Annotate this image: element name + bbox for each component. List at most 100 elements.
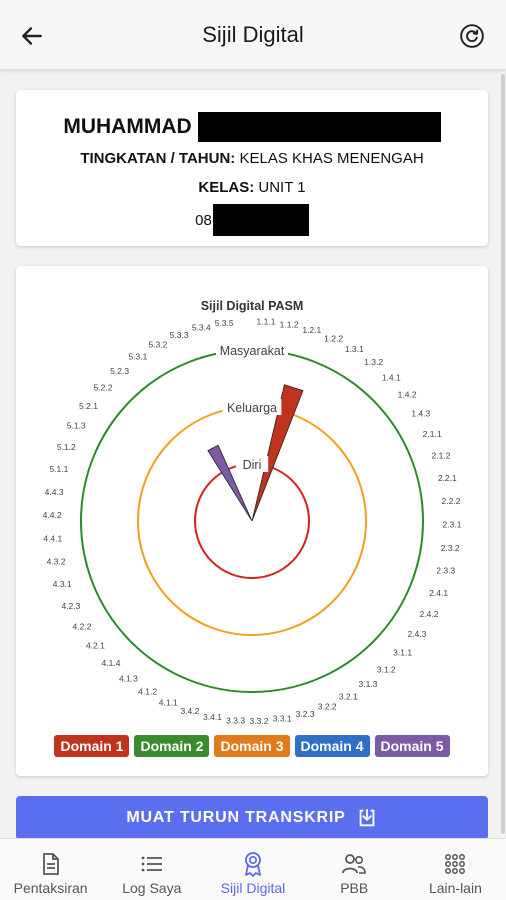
nav-item-pbb[interactable]: PBB xyxy=(304,839,405,900)
category-label: 5.2.2 xyxy=(94,383,113,393)
ring-label-keluarga: Keluarga xyxy=(227,401,277,415)
kelas-value: UNIT 1 xyxy=(258,179,306,196)
tingkatan-label: TINGKATAN / TAHUN: xyxy=(80,150,236,167)
category-label: 5.1.3 xyxy=(67,421,86,431)
category-label: 2.3.2 xyxy=(441,543,460,553)
category-label: 4.1.4 xyxy=(102,658,121,668)
category-label: 4.1.1 xyxy=(159,698,178,708)
ring-label-diri: Diri xyxy=(243,458,262,472)
category-label: 4.4.2 xyxy=(43,510,62,520)
category-label: 1.2.1 xyxy=(302,325,321,335)
category-label: 2.3.3 xyxy=(436,566,455,576)
category-label: 3.1.1 xyxy=(393,648,412,658)
chart-legend: Domain 1 Domain 2 Domain 3 Domain 4 Domain 5 xyxy=(16,735,488,757)
category-label: 3.1.2 xyxy=(377,664,396,674)
download-icon xyxy=(359,808,374,827)
ring-label-masyarakat: Masyarakat xyxy=(220,344,285,358)
refresh-button[interactable] xyxy=(456,20,488,52)
list-icon xyxy=(141,856,162,872)
category-label: 4.1.3 xyxy=(119,673,138,683)
student-name-text: MUHAMMAD xyxy=(63,115,192,138)
legend-item-domain-4[interactable]: Domain 4 xyxy=(294,735,370,757)
category-label: 1.1.2 xyxy=(280,320,299,330)
category-label: 5.2.3 xyxy=(110,366,129,376)
nav-item-pentaksiran[interactable]: Pentaksiran xyxy=(0,839,101,900)
kelas-line: KELAS: UNIT 1 xyxy=(16,179,488,196)
category-label: 4.3.2 xyxy=(47,557,66,567)
nav-item-sijil-digital[interactable]: Sijil Digital xyxy=(202,839,303,900)
category-label: 2.4.3 xyxy=(407,629,426,639)
document-icon xyxy=(42,853,59,875)
category-label: 5.1.2 xyxy=(57,442,76,452)
category-label: 3.3.2 xyxy=(250,716,269,726)
download-transcript-button[interactable]: MUAT TURUN TRANSKRIP xyxy=(16,796,488,840)
category-label: 3.2.1 xyxy=(339,691,358,701)
category-label: 5.2.1 xyxy=(79,401,98,411)
category-label: 5.3.5 xyxy=(215,318,234,328)
student-info-card: MUHAMMAD TINGKATAN / TAHUN: KELAS KHAS M… xyxy=(16,90,488,246)
radial-chart: Sijil Digital PASM1.1.1 1.1.21.2.11.2.21.… xyxy=(43,299,462,726)
category-label: 3.2.3 xyxy=(296,709,315,719)
category-label: 2.2.1 xyxy=(438,473,457,483)
category-label: 3.4.2 xyxy=(180,706,199,716)
category-label: 2.3.1 xyxy=(443,520,462,530)
category-label: 2.4.2 xyxy=(420,609,439,619)
category-label: 4.2.2 xyxy=(73,621,92,631)
bottom-navigation: Pentaksiran Log Saya Sijil Digital PBB L… xyxy=(0,838,506,900)
legend-item-domain-3[interactable]: Domain 3 xyxy=(214,735,290,757)
category-label: 1.4.3 xyxy=(411,409,430,419)
category-label: 5.1.1 xyxy=(49,464,68,474)
category-label: 4.3.1 xyxy=(53,579,72,589)
category-label: 1.3.1 xyxy=(345,344,364,354)
category-label: 4.1.2 xyxy=(138,687,157,697)
legend-item-domain-5[interactable]: Domain 5 xyxy=(374,735,450,757)
award-badge-icon xyxy=(245,852,261,877)
category-label: 2.4.1 xyxy=(429,588,448,598)
category-label: 2.1.1 xyxy=(423,429,442,439)
refresh-icon xyxy=(460,24,484,48)
category-label: 1.3.2 xyxy=(364,357,383,367)
student-id-prefix: 08 xyxy=(195,211,212,229)
kelas-label: KELAS: xyxy=(198,179,255,196)
category-label: 3.1.3 xyxy=(359,679,378,689)
category-label: 1.4.2 xyxy=(398,390,417,400)
nav-label: Sijil Digital xyxy=(220,880,286,896)
people-icon xyxy=(342,854,367,874)
name-redaction xyxy=(197,112,441,142)
student-id-line: 08 xyxy=(16,204,488,236)
category-label: 3.3.1 xyxy=(273,714,292,724)
app-bar: Sijil Digital xyxy=(0,0,506,70)
category-label: 4.4.1 xyxy=(43,533,62,543)
category-label: 4.2.3 xyxy=(61,601,80,611)
nav-label: Lain-lain xyxy=(428,880,482,896)
nav-item-log-saya[interactable]: Log Saya xyxy=(101,839,202,900)
category-label: 5.3.2 xyxy=(148,340,167,350)
grid-icon xyxy=(445,854,466,874)
student-name: MUHAMMAD xyxy=(16,112,488,142)
nav-label: Log Saya xyxy=(122,880,182,896)
scrollbar[interactable] xyxy=(501,74,505,834)
category-label: 5.3.3 xyxy=(170,330,189,340)
legend-item-domain-1[interactable]: Domain 1 xyxy=(54,735,130,757)
category-label: 1.4.1 xyxy=(382,373,401,383)
nav-label: Pentaksiran xyxy=(13,880,88,896)
nav-label: PBB xyxy=(340,880,369,896)
category-label: 4.2.1 xyxy=(86,640,105,650)
category-label: 5.3.4 xyxy=(192,323,211,333)
certificate-chart-card: Sijil Digital PASM 1.1.1 1.1.2 1.2.1 1.2.2 1.… xyxy=(16,266,488,776)
category-label: 4.4.3 xyxy=(45,487,64,497)
category-label: 3.3.3 xyxy=(226,715,245,725)
tingkatan-line: TINGKATAN / TAHUN: KELAS KHAS MENENGAH xyxy=(16,150,488,167)
category-label: 1.2.2 xyxy=(324,333,343,343)
nav-item-lain-lain[interactable]: Lain-lain xyxy=(405,839,506,900)
id-redaction xyxy=(212,204,309,236)
category-label: 5.3.1 xyxy=(128,352,147,362)
tingkatan-value: KELAS KHAS MENENGAH xyxy=(239,150,424,167)
category-label: 2.2.2 xyxy=(442,496,461,506)
category-label: 1.1.1 xyxy=(257,317,276,327)
legend-item-domain-2[interactable]: Domain 2 xyxy=(134,735,210,757)
category-label: 2.1.2 xyxy=(432,451,451,461)
chart-title: Sijil Digital PASM xyxy=(201,299,304,313)
page-title: Sijil Digital xyxy=(202,22,304,47)
download-button-label: MUAT TURUN TRANSKRIP xyxy=(126,809,346,826)
